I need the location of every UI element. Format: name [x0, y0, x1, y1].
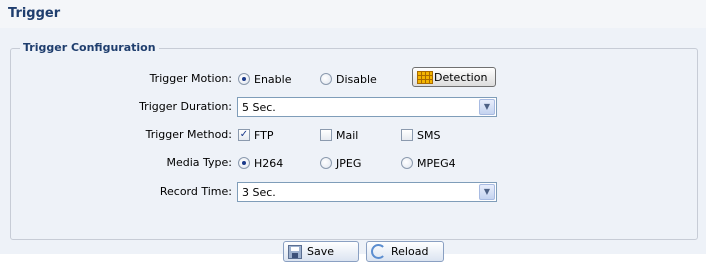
- method-ftp-label: FTP: [254, 128, 274, 142]
- chevron-down-icon[interactable]: ▼: [479, 99, 495, 115]
- grid-icon: [417, 70, 433, 84]
- trigger-duration-label: Trigger Duration:: [139, 100, 232, 113]
- media-h264-radio[interactable]: H264: [238, 155, 283, 171]
- record-time-row: Record Time: 3 Sec. ▼: [0, 182, 706, 202]
- save-button[interactable]: Save: [283, 241, 359, 262]
- motion-enable-radio[interactable]: Enable: [238, 71, 291, 87]
- media-h264-label: H264: [254, 156, 284, 170]
- media-mpeg4-label: MPEG4: [417, 156, 456, 170]
- reload-button[interactable]: Reload: [366, 241, 444, 262]
- checkbox-icon: [401, 129, 413, 141]
- trigger-duration-value: 5 Sec.: [242, 101, 276, 114]
- radio-icon: [401, 157, 413, 169]
- checkbox-checked-icon: ✓: [238, 129, 250, 141]
- radio-selected-icon: [238, 157, 250, 169]
- trigger-motion-row: Trigger Motion: Enable Disable: [0, 69, 706, 89]
- method-sms-label: SMS: [417, 128, 441, 142]
- method-mail-checkbox[interactable]: Mail: [320, 127, 358, 143]
- trigger-duration-row: Trigger Duration: 5 Sec. ▼: [0, 97, 706, 117]
- trigger-motion-label: Trigger Motion:: [149, 72, 232, 85]
- method-sms-checkbox[interactable]: SMS: [401, 127, 440, 143]
- config-panel: Trigger Configuration Trigger Motion: En…: [0, 28, 706, 254]
- radio-icon: [320, 157, 332, 169]
- reload-icon: [371, 244, 386, 259]
- media-jpeg-radio[interactable]: JPEG: [320, 155, 361, 171]
- motion-disable-radio[interactable]: Disable: [320, 71, 377, 87]
- record-time-value: 3 Sec.: [242, 186, 276, 199]
- detection-button[interactable]: Detection: [412, 67, 496, 87]
- media-mpeg4-radio[interactable]: MPEG4: [401, 155, 456, 171]
- reload-button-label: Reload: [391, 245, 429, 258]
- method-ftp-checkbox[interactable]: ✓ FTP: [238, 127, 274, 143]
- media-type-label: Media Type:: [166, 156, 232, 169]
- page-title: Trigger: [0, 0, 706, 28]
- media-jpeg-label: JPEG: [336, 156, 362, 170]
- method-mail-label: Mail: [336, 128, 359, 142]
- section-title: Trigger Configuration: [20, 41, 159, 54]
- save-button-label: Save: [307, 245, 335, 258]
- disk-icon: [288, 244, 302, 259]
- trigger-method-label: Trigger Method:: [145, 128, 232, 141]
- chevron-down-icon[interactable]: ▼: [479, 184, 495, 200]
- media-type-row: Media Type: H264 JPEG MPEG4: [0, 153, 706, 173]
- radio-selected-icon: [238, 73, 250, 85]
- trigger-duration-select[interactable]: 5 Sec. ▼: [237, 97, 497, 117]
- checkbox-icon: [320, 129, 332, 141]
- motion-enable-label: Enable: [254, 72, 292, 86]
- motion-disable-label: Disable: [336, 72, 377, 86]
- radio-icon: [320, 73, 332, 85]
- detection-button-label: Detection: [434, 70, 488, 84]
- trigger-method-row: Trigger Method: ✓ FTP Mail SMS: [0, 125, 706, 145]
- record-time-select[interactable]: 3 Sec. ▼: [237, 182, 497, 202]
- record-time-label: Record Time:: [159, 185, 232, 198]
